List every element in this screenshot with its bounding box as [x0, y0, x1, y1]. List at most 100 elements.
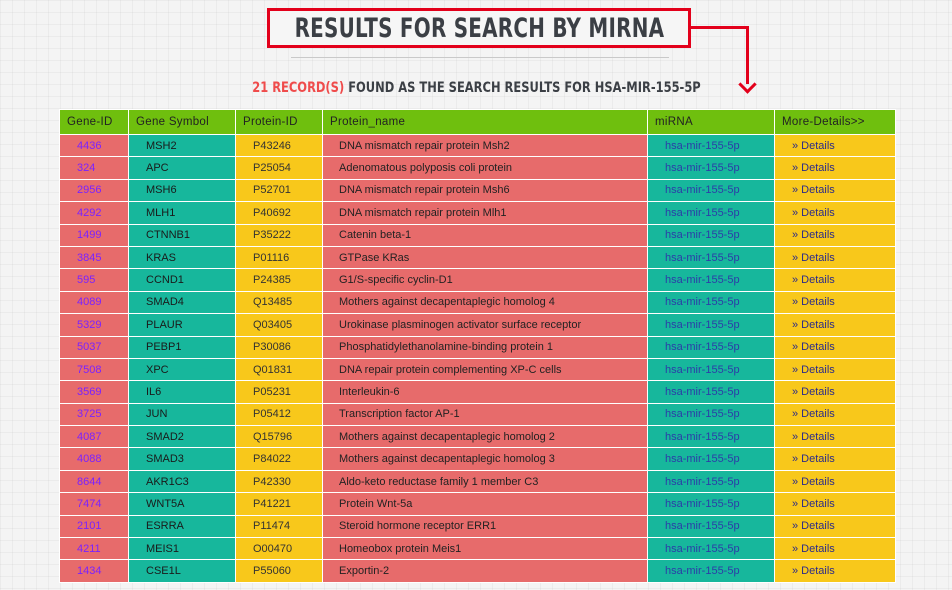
- table-header-row: Gene-ID Gene Symbol Protein-ID Protein_n…: [59, 109, 896, 135]
- details-link[interactable]: » Details: [774, 290, 896, 315]
- title-divider: [291, 57, 669, 58]
- table-row: 1434 CSE1L P55060 Exportin-2 hsa-mir-155-5p»…: [59, 559, 896, 583]
- protein-name-cell: Urokinase plasminogen activator surface …: [322, 313, 648, 337]
- details-link[interactable]: » Details: [774, 357, 896, 382]
- details-link[interactable]: » Details: [774, 469, 896, 494]
- mirna-cell[interactable]: hsa-mir-155-5p: [647, 514, 775, 539]
- gene-id-cell[interactable]: 4436: [59, 133, 129, 158]
- mirna-cell[interactable]: hsa-mir-155-5p: [647, 537, 775, 561]
- details-link[interactable]: » Details: [774, 313, 896, 337]
- details-link[interactable]: » Details: [774, 268, 896, 292]
- gene-id-cell[interactable]: 2101: [59, 514, 129, 539]
- details-link[interactable]: » Details: [774, 492, 896, 516]
- mirna-cell[interactable]: hsa-mir-155-5p: [647, 357, 775, 382]
- protein-id-cell: P42330: [235, 469, 323, 494]
- gene-id-cell[interactable]: 1499: [59, 223, 129, 247]
- mirna-cell[interactable]: hsa-mir-155-5p: [647, 156, 775, 180]
- protein-id-cell: Q13485: [235, 290, 323, 315]
- gene-id-cell[interactable]: 3725: [59, 402, 129, 427]
- table-row: 7474 WNT5A P41221 Protein Wnt-5a hsa-mir-155…: [59, 492, 896, 516]
- protein-id-cell: Q01831: [235, 357, 323, 382]
- mirna-cell[interactable]: hsa-mir-155-5p: [647, 178, 775, 203]
- gene-id-cell[interactable]: 7474: [59, 492, 129, 516]
- gene-id-cell[interactable]: 5037: [59, 335, 129, 359]
- details-link[interactable]: » Details: [774, 245, 896, 270]
- gene-id-cell[interactable]: 3569: [59, 380, 129, 404]
- protein-name-cell: Protein Wnt-5a: [322, 492, 648, 516]
- mirna-cell[interactable]: hsa-mir-155-5p: [647, 313, 775, 337]
- gene-id-cell[interactable]: 8644: [59, 469, 129, 494]
- mirna-cell[interactable]: hsa-mir-155-5p: [647, 133, 775, 158]
- details-link[interactable]: » Details: [774, 559, 896, 583]
- details-link[interactable]: » Details: [774, 380, 896, 404]
- mirna-cell[interactable]: hsa-mir-155-5p: [647, 380, 775, 404]
- protein-id-cell: Q03405: [235, 313, 323, 337]
- gene-id-cell[interactable]: 4087: [59, 425, 129, 449]
- details-link[interactable]: » Details: [774, 335, 896, 359]
- details-link[interactable]: » Details: [774, 178, 896, 203]
- mirna-cell[interactable]: hsa-mir-155-5p: [647, 335, 775, 359]
- gene-symbol-cell: MSH6: [128, 178, 236, 203]
- details-link[interactable]: » Details: [774, 447, 896, 471]
- table-row: 4089 SMAD4 Q13485 Mothers against decapenta…: [59, 290, 896, 315]
- details-link[interactable]: » Details: [774, 425, 896, 449]
- protein-id-cell: P84022: [235, 447, 323, 471]
- protein-name-cell: DNA mismatch repair protein Msh6: [322, 178, 648, 203]
- mirna-cell[interactable]: hsa-mir-155-5p: [647, 245, 775, 270]
- gene-id-cell[interactable]: 2956: [59, 178, 129, 203]
- gene-symbol-cell: MSH2: [128, 133, 236, 158]
- gene-symbol-cell: PEBP1: [128, 335, 236, 359]
- details-link[interactable]: » Details: [774, 514, 896, 539]
- mirna-cell[interactable]: hsa-mir-155-5p: [647, 268, 775, 292]
- gene-symbol-cell: CTNNB1: [128, 223, 236, 247]
- protein-name-cell: GTPase KRas: [322, 245, 648, 270]
- gene-id-cell[interactable]: 595: [59, 268, 129, 292]
- protein-id-cell: O00470: [235, 537, 323, 561]
- protein-name-cell: Mothers against decapentaplegic homolog …: [322, 290, 648, 315]
- protein-id-cell: P11474: [235, 514, 323, 539]
- details-link[interactable]: » Details: [774, 156, 896, 180]
- gene-id-cell[interactable]: 5329: [59, 313, 129, 337]
- details-link[interactable]: » Details: [774, 537, 896, 561]
- mirna-cell[interactable]: hsa-mir-155-5p: [647, 201, 775, 225]
- gene-id-cell[interactable]: 3845: [59, 245, 129, 270]
- col-header-gene-symbol: Gene Symbol: [128, 109, 236, 135]
- table-row: 7508 XPC Q01831 DNA repair protein compleme…: [59, 357, 896, 382]
- protein-id-cell: P01116: [235, 245, 323, 270]
- gene-id-cell[interactable]: 4292: [59, 201, 129, 225]
- gene-id-cell[interactable]: 324: [59, 156, 129, 180]
- protein-id-cell: P40692: [235, 201, 323, 225]
- gene-id-cell[interactable]: 7508: [59, 357, 129, 382]
- page-title: RESULTS FOR SEARCH BY MIRNA: [294, 12, 664, 44]
- details-link[interactable]: » Details: [774, 201, 896, 225]
- mirna-cell[interactable]: hsa-mir-155-5p: [647, 559, 775, 583]
- mirna-cell[interactable]: hsa-mir-155-5p: [647, 492, 775, 516]
- protein-name-cell: DNA repair protein complementing XP-C ce…: [322, 357, 648, 382]
- col-header-protein-name: Protein_name: [322, 109, 648, 135]
- gene-symbol-cell: SMAD2: [128, 425, 236, 449]
- mirna-cell[interactable]: hsa-mir-155-5p: [647, 290, 775, 315]
- gene-id-cell[interactable]: 4211: [59, 537, 129, 561]
- table-row: 3569 IL6 P05231 Interleukin-6 hsa-mir-155-5p…: [59, 380, 896, 404]
- protein-id-cell: P05412: [235, 402, 323, 427]
- protein-name-cell: Homeobox protein Meis1: [322, 537, 648, 561]
- mirna-cell[interactable]: hsa-mir-155-5p: [647, 425, 775, 449]
- table-row: 1499 CTNNB1 P35222 Catenin beta-1 hsa-mir-15…: [59, 223, 896, 247]
- mirna-cell[interactable]: hsa-mir-155-5p: [647, 223, 775, 247]
- gene-id-cell[interactable]: 4089: [59, 290, 129, 315]
- details-link[interactable]: » Details: [774, 402, 896, 427]
- mirna-cell[interactable]: hsa-mir-155-5p: [647, 402, 775, 427]
- gene-symbol-cell: WNT5A: [128, 492, 236, 516]
- page-title-box: RESULTS FOR SEARCH BY MIRNA: [267, 8, 691, 48]
- mirna-cell[interactable]: hsa-mir-155-5p: [647, 447, 775, 471]
- gene-symbol-cell: KRAS: [128, 245, 236, 270]
- table-row: 8644 AKR1C3 P42330 Aldo-keto reductase fami…: [59, 469, 896, 494]
- details-link[interactable]: » Details: [774, 223, 896, 247]
- gene-id-cell[interactable]: 4088: [59, 447, 129, 471]
- gene-symbol-cell: CCND1: [128, 268, 236, 292]
- gene-symbol-cell: PLAUR: [128, 313, 236, 337]
- protein-name-cell: DNA mismatch repair protein Msh2: [322, 133, 648, 158]
- gene-id-cell[interactable]: 1434: [59, 559, 129, 583]
- details-link[interactable]: » Details: [774, 133, 896, 158]
- mirna-cell[interactable]: hsa-mir-155-5p: [647, 469, 775, 494]
